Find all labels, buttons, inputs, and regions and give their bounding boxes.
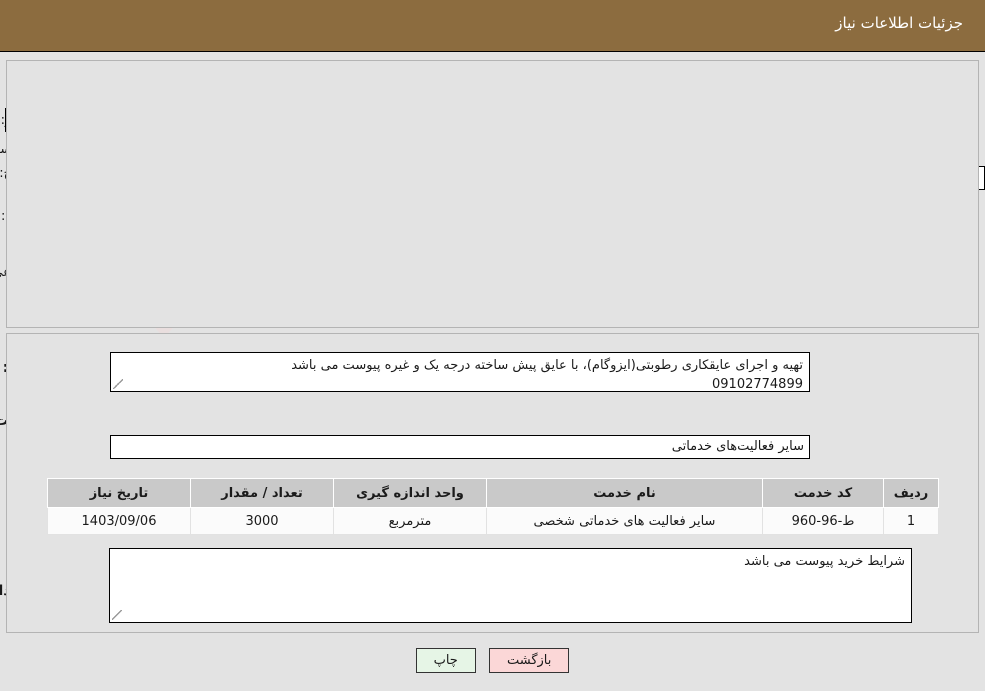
button-row: بازگشت چاپ	[0, 648, 985, 673]
cell-code: ط-96-960	[762, 507, 884, 535]
cell-date: 1403/09/06	[47, 507, 191, 535]
page-title: جزئیات اطلاعات نیاز	[835, 14, 963, 32]
th-date: تاریخ نیاز	[47, 478, 191, 508]
buyer-notes-value[interactable]: شرایط خرید پیوست می باشد	[109, 548, 912, 623]
cell-radif: 1	[883, 507, 939, 535]
th-unit: واحد اندازه گیری	[333, 478, 487, 508]
th-qty: تعداد / مقدار	[190, 478, 334, 508]
back-button[interactable]: بازگشت	[488, 648, 570, 673]
need-summary-panel	[6, 60, 979, 328]
services-table-wrapper: ردیف کد خدمت نام خدمت واحد اندازه گیری ت…	[47, 478, 939, 535]
page-root: جزئیات اطلاعات نیاز AriaTender.ir شماره …	[0, 0, 985, 691]
page-header: جزئیات اطلاعات نیاز	[0, 0, 985, 52]
service-group-value: سایر فعالیت‌های خدماتی	[110, 435, 810, 459]
cell-unit: مترمربع	[333, 507, 487, 535]
services-table: ردیف کد خدمت نام خدمت واحد اندازه گیری ت…	[47, 478, 939, 535]
cell-qty: 3000	[190, 507, 334, 535]
cell-name: سایر فعالیت های خدماتی شخصی	[486, 507, 763, 535]
description-value[interactable]: تهیه و اجرای عایقکاری رطوبتی(ایزوگام)، ب…	[110, 352, 810, 392]
table-header-row: ردیف کد خدمت نام خدمت واحد اندازه گیری ت…	[47, 478, 939, 508]
th-radif: ردیف	[883, 478, 939, 508]
th-name: نام خدمت	[486, 478, 763, 508]
th-code: کد خدمت	[762, 478, 884, 508]
print-button[interactable]: چاپ	[415, 648, 476, 673]
table-row: 1 ط-96-960 سایر فعالیت های خدماتی شخصی م…	[47, 507, 939, 535]
